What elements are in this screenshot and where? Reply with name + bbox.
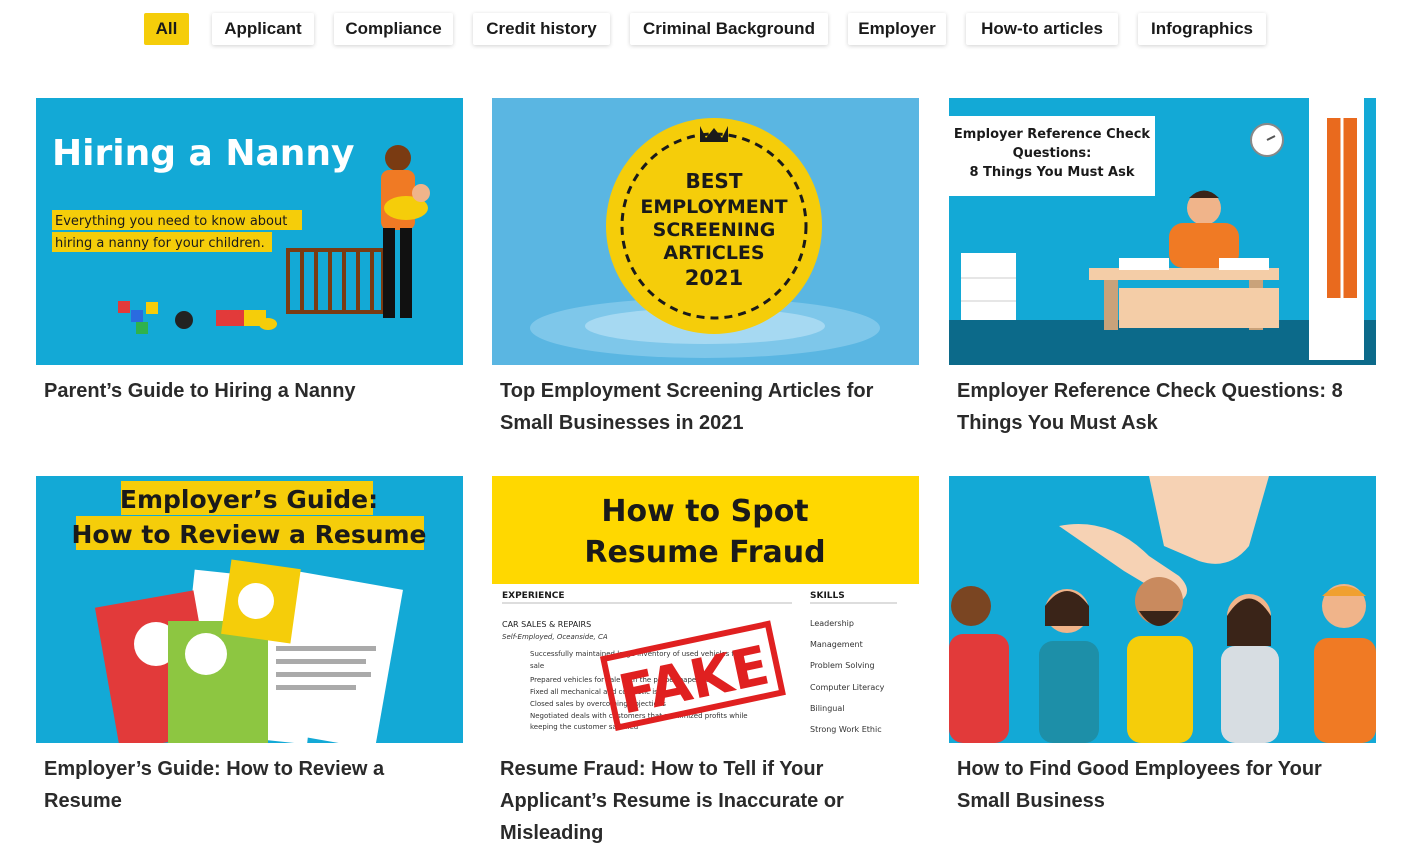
article-thumbnail[interactable]: Hiring a Nanny Everything you need to kn… [36,98,463,365]
filter-infographics[interactable]: Infographics [1138,13,1266,45]
window-illustration [1309,98,1364,360]
thumb-line-3: 8 Things You Must Ask [969,165,1134,180]
badge-line-1: BEST [686,169,743,193]
article-thumbnail[interactable]: Employer Reference Check Questions: 8 Th… [949,98,1376,365]
filter-compliance[interactable]: Compliance [334,13,453,45]
badge-line-2: EMPLOYMENT [640,196,787,218]
thumb-line-1: Employer’s Guide: [120,485,378,514]
resume-job-subtitle: Self-Employed, Oceanside, CA [502,633,608,641]
article-title[interactable]: How to Find Good Employees for Your Smal… [949,753,1376,817]
filter-credit-history[interactable]: Credit history [473,13,610,45]
thumb-line-2: How to Review a Resume [71,520,426,549]
resume-experience-heading: EXPERIENCE [502,591,565,601]
filter-criminal-background[interactable]: Criminal Background [630,13,828,45]
article-thumbnail[interactable] [949,476,1376,743]
thumb-heading: Hiring a Nanny [52,133,354,174]
thumb-line-1: Employer Reference Check [954,127,1150,142]
filter-employer[interactable]: Employer [848,13,946,45]
badge-line-3: SCREENING [653,219,776,241]
thumb-line-2: Resume Fraud [584,535,825,570]
article-title[interactable]: Parent’s Guide to Hiring a Nanny [36,375,463,407]
badge-line-5: 2021 [685,266,743,290]
resume-skill: Problem Solving [810,661,875,670]
article-title[interactable]: Top Employment Screening Articles for Sm… [492,375,919,439]
article-title[interactable]: Employer’s Guide: How to Review a Resume [36,753,463,817]
article-title[interactable]: Employer Reference Check Questions: 8 Th… [949,375,1376,439]
resume-skills-heading: SKILLS [810,591,845,601]
resume-bullet: sale [530,662,544,670]
article-card[interactable]: How to Find Good Employees for Your Smal… [949,476,1376,817]
article-card[interactable]: How to Spot Resume Fraud EXPERIENCE SKIL… [492,476,919,849]
article-title[interactable]: Resume Fraud: How to Tell if Your Applic… [492,753,919,849]
thumb-line-1: How to Spot [601,494,808,529]
badge-line-4: ARTICLES [663,242,764,264]
article-thumbnail[interactable]: Employer’s Guide: How to Review a Resume [36,476,463,743]
article-card[interactable]: Employer’s Guide: How to Review a Resume… [36,476,463,817]
article-card[interactable]: BEST EMPLOYMENT SCREENING ARTICLES 2021 … [492,98,919,439]
resume-skill: Computer Literacy [810,683,885,692]
category-filter-bar: All Applicant Compliance Credit history … [0,13,1415,47]
resume-skill: Leadership [810,619,854,628]
resume-skill: Bilingual [810,704,845,713]
filter-how-to-articles[interactable]: How-to articles [966,13,1118,45]
article-thumbnail[interactable]: How to Spot Resume Fraud EXPERIENCE SKIL… [492,476,919,743]
article-thumbnail[interactable]: BEST EMPLOYMENT SCREENING ARTICLES 2021 [492,98,919,365]
resume-skill: Strong Work Ethic [810,725,882,734]
thumb-subtitle-1: Everything you need to know about [55,214,287,229]
person-dotted-shirt-icon [1221,594,1279,743]
clock-icon [1250,123,1284,157]
thumb-line-2: Questions: [1013,146,1092,161]
article-card[interactable]: Employer Reference Check Questions: 8 Th… [949,98,1376,439]
resume-skill: Management [810,640,863,649]
article-card[interactable]: Hiring a Nanny Everything you need to kn… [36,98,463,407]
resume-job-title: CAR SALES & REPAIRS [502,620,591,629]
filter-all[interactable]: All [144,13,189,45]
thumb-subtitle-2: hiring a nanny for your children. [55,236,265,251]
filter-applicant[interactable]: Applicant [212,13,314,45]
